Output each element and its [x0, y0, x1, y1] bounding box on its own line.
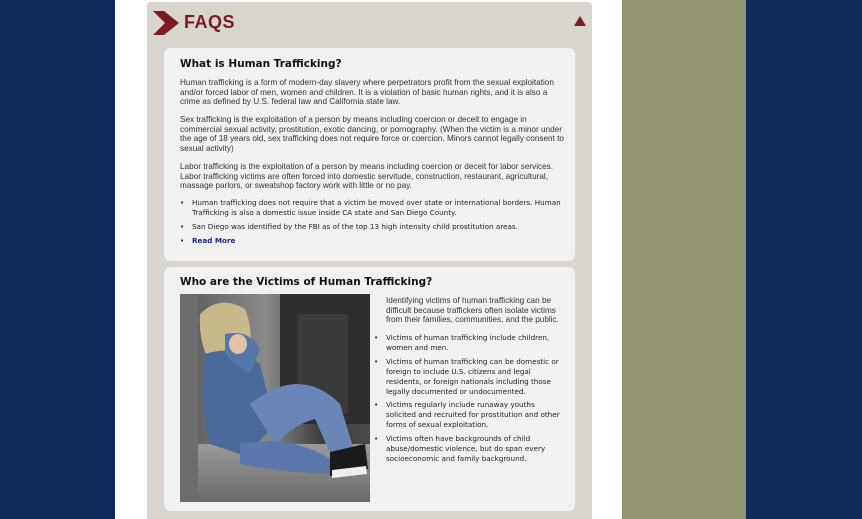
- chevron-right-icon: [153, 11, 179, 35]
- victim-photo: [180, 294, 370, 502]
- faq-card-human-trafficking: What is Human Trafficking? Human traffic…: [164, 48, 575, 261]
- list-item: Victims often have backgrounds of child …: [374, 434, 566, 464]
- faq-header: FAQS: [147, 2, 592, 44]
- fact-list: Human trafficking does not require that …: [180, 198, 564, 250]
- paragraph: Labor trafficking is the exploitation of…: [180, 162, 554, 191]
- card-title: What is Human Trafficking?: [180, 58, 342, 70]
- faq-card-victims: Who are the Victims of Human Trafficking…: [164, 267, 575, 511]
- olive-sidebar: [622, 0, 746, 519]
- triangle-up-icon[interactable]: [574, 16, 586, 26]
- list-item: Human trafficking does not require that …: [180, 198, 564, 218]
- card-title: Who are the Victims of Human Trafficking…: [180, 276, 433, 288]
- list-item: Victims of human trafficking can be dome…: [374, 357, 566, 397]
- list-item: Victims of human trafficking include chi…: [374, 333, 566, 353]
- victims-list: Victims of human trafficking include chi…: [374, 333, 566, 468]
- list-item: Victims regularly include runaway youths…: [374, 400, 566, 430]
- paragraph: Sex trafficking is the exploitation of a…: [180, 115, 564, 153]
- faq-title: FAQS: [184, 12, 236, 32]
- faq-panel: FAQS What is Human Trafficking? Human tr…: [147, 2, 592, 519]
- victims-intro: Identifying victims of human trafficking…: [386, 296, 559, 325]
- list-item: Read More: [180, 236, 564, 246]
- paragraph: Human trafficking is a form of modern-da…: [180, 78, 554, 107]
- read-more-link[interactable]: Read More: [192, 236, 235, 245]
- list-item: San Diego was identified by the FBI as o…: [180, 222, 564, 232]
